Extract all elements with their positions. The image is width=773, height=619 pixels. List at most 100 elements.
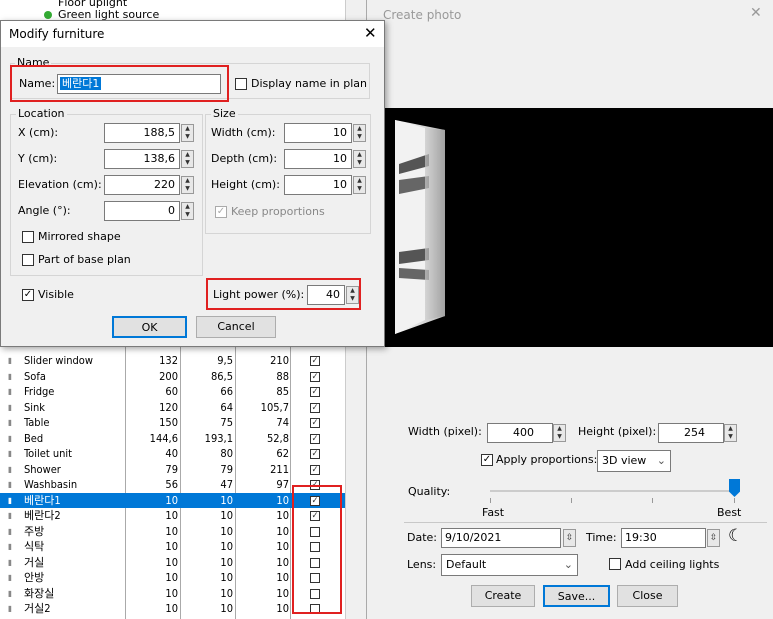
row-height: 88 [276, 369, 289, 383]
width-pixel-input[interactable]: 400 [487, 423, 553, 443]
table-row[interactable]: ▮ Sofa 200 86,5 88 ✓ [0, 369, 345, 385]
time-input[interactable]: 19:30 [621, 528, 706, 548]
cancel-button[interactable]: Cancel [196, 316, 276, 338]
row-width: 10 [165, 555, 178, 569]
y-spinner[interactable]: ▲ ▼ [181, 150, 194, 168]
angle-input[interactable]: 0 [104, 201, 180, 221]
close-icon[interactable]: ✕ [364, 24, 377, 42]
depth-spinner[interactable]: ▲ ▼ [353, 150, 366, 168]
row-name: 거실 [24, 555, 45, 569]
row-visible-checkbox[interactable]: ✓ [310, 433, 320, 444]
width-spinner[interactable]: ▲ ▼ [353, 124, 366, 142]
row-name: 안방 [24, 571, 45, 584]
furniture-icon: ▮ [8, 418, 12, 427]
furniture-icon: ▮ [8, 464, 12, 474]
x-spinner[interactable]: ▲ ▼ [181, 124, 194, 142]
row-name: Toilet unit [24, 447, 73, 460]
lens-select[interactable]: Default ⌄ [441, 554, 578, 576]
slider-tick [734, 498, 735, 503]
elevation-spinner[interactable]: ▲ ▼ [181, 176, 194, 194]
y-input[interactable]: 138,6 [104, 149, 180, 169]
row-width: 132 [159, 354, 178, 367]
row-depth: 10 [220, 509, 233, 522]
tree-item-green-light[interactable]: Green light source [58, 8, 159, 20]
furniture-icon: ▮ [8, 449, 12, 458]
visible-checkbox[interactable]: ✓ [22, 289, 34, 301]
row-visible-checkbox[interactable]: ✓ [310, 371, 320, 382]
visible-column-highlight [292, 485, 342, 614]
table-row[interactable]: ▮ Slider window 132 9,5 210 ✓ [0, 353, 345, 369]
date-spinner[interactable]: ⇳ [563, 529, 576, 547]
row-depth: 10 [220, 586, 233, 600]
furniture-icon: ▮ [8, 573, 12, 582]
x-input[interactable]: 188,5 [104, 123, 180, 143]
depth-input[interactable]: 10 [284, 149, 352, 169]
proportions-select[interactable]: 3D view ⌄ [597, 450, 671, 472]
table-row[interactable]: ▮ Bed 144,6 193,1 52,8 ✓ [0, 431, 345, 447]
dialog-title: Modify furniture [9, 27, 105, 41]
save-button[interactable]: Save... [543, 585, 610, 607]
row-height: 74 [276, 416, 289, 429]
quality-slider-track[interactable] [490, 490, 735, 492]
table-row[interactable]: ▮ Fridge 60 66 85 ✓ [0, 384, 345, 400]
furniture-icon: ▮ [8, 526, 12, 536]
size-group-label: Size [211, 107, 238, 120]
date-input[interactable]: 9/10/2021 [441, 528, 561, 548]
height-pixel-input[interactable]: 254 [658, 423, 724, 443]
part-of-base-plan-label: Part of base plan [38, 253, 131, 266]
row-name: 화장실 [24, 586, 55, 600]
furniture-icon: ▮ [8, 480, 12, 489]
table-row[interactable]: ▮ Shower 79 79 211 ✓ [0, 462, 345, 478]
lens-label: Lens: [407, 558, 437, 571]
time-label: Time: [586, 531, 617, 544]
ok-button[interactable]: OK [112, 316, 187, 338]
row-width: 10 [165, 524, 178, 538]
row-visible-checkbox[interactable]: ✓ [310, 464, 320, 475]
keep-proportions-checkbox[interactable]: ✓ [215, 206, 227, 218]
time-spinner[interactable]: ⇳ [707, 529, 720, 547]
part-of-base-plan-checkbox[interactable] [22, 254, 34, 266]
create-button[interactable]: Create [471, 585, 535, 607]
row-width: 144,6 [149, 431, 178, 445]
close-button[interactable]: Close [617, 585, 678, 607]
table-row[interactable]: ▮ Table 150 75 74 ✓ [0, 415, 345, 431]
height-spinner-arrows[interactable]: ▲ ▼ [724, 424, 737, 442]
row-name: 베란다1 [24, 493, 61, 507]
height-spinner[interactable]: ▲ ▼ [353, 176, 366, 194]
furniture-icon: ▮ [8, 495, 12, 505]
width-input[interactable]: 10 [284, 123, 352, 143]
row-name: Bed [24, 431, 44, 445]
row-depth: 10 [220, 540, 233, 553]
row-visible-checkbox[interactable]: ✓ [310, 418, 320, 428]
row-width: 60 [165, 385, 178, 398]
row-name: 식탁 [24, 540, 45, 553]
row-visible-checkbox[interactable]: ✓ [310, 449, 320, 459]
add-ceiling-lights-checkbox[interactable] [609, 558, 621, 570]
row-depth: 79 [220, 462, 233, 476]
row-height: 10 [276, 509, 289, 522]
row-height: 62 [276, 447, 289, 460]
row-name: Sofa [24, 369, 46, 383]
row-height: 10 [276, 493, 289, 507]
row-height: 210 [270, 354, 289, 367]
table-row[interactable]: ▮ Toilet unit 40 80 62 ✓ [0, 446, 345, 462]
height-pixel-label: Height (pixel): [578, 425, 657, 438]
row-width: 10 [165, 493, 178, 507]
elevation-input[interactable]: 220 [104, 175, 180, 195]
row-visible-checkbox[interactable]: ✓ [310, 356, 320, 366]
width-spinner-arrows[interactable]: ▲ ▼ [553, 424, 566, 442]
row-visible-checkbox[interactable]: ✓ [310, 387, 320, 397]
row-width: 56 [165, 478, 178, 491]
photo-preview [385, 108, 773, 347]
separator [404, 522, 767, 523]
row-visible-checkbox[interactable]: ✓ [310, 402, 320, 413]
display-name-checkbox[interactable] [235, 78, 247, 90]
table-row[interactable]: ▮ Sink 120 64 105,7 ✓ [0, 400, 345, 416]
height-input[interactable]: 10 [284, 175, 352, 195]
furniture-icon: ▮ [8, 356, 12, 365]
angle-spinner[interactable]: ▲ ▼ [181, 202, 194, 220]
row-height: 10 [276, 524, 289, 538]
apply-proportions-checkbox[interactable]: ✓ [481, 454, 493, 466]
mirrored-shape-checkbox[interactable] [22, 231, 34, 243]
close-icon[interactable]: ✕ [750, 5, 762, 21]
